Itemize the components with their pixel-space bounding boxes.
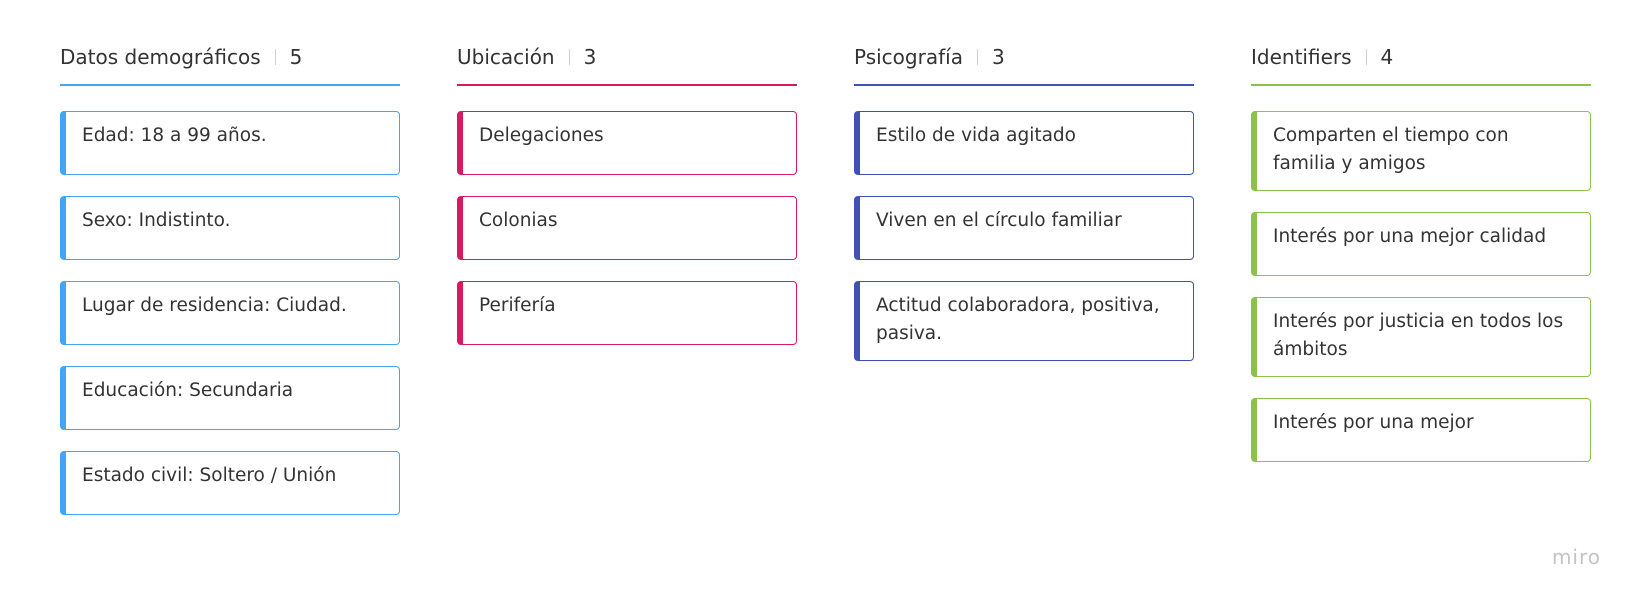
card[interactable]: Estado civil: Soltero / Unión	[60, 451, 400, 515]
column-count: 4	[1380, 45, 1394, 69]
column-header[interactable]: Datos demográficos 5	[60, 40, 400, 86]
card[interactable]: Viven en el círculo familiar	[854, 196, 1194, 260]
header-divider	[976, 49, 978, 65]
column-title: Identifiers	[1251, 45, 1352, 69]
column-count: 3	[991, 45, 1005, 69]
card[interactable]: Interés por justicia en todos los ámbito…	[1251, 297, 1591, 377]
column-datos-demograficos: Datos demográficos 5 Edad: 18 a 99 años.…	[60, 40, 400, 536]
card[interactable]: Actitud colaboradora, positiva, pasiva.	[854, 281, 1194, 361]
miro-watermark: miro	[1551, 545, 1601, 569]
card[interactable]: Colonias	[457, 196, 797, 260]
card[interactable]: Perifería	[457, 281, 797, 345]
kanban-board: Datos demográficos 5 Edad: 18 a 99 años.…	[60, 40, 1591, 536]
column-title: Psicografía	[854, 45, 963, 69]
column-ubicacion: Ubicación 3 Delegaciones Colonias Perife…	[457, 40, 797, 536]
column-identifiers: Identifiers 4 Comparten el tiempo con fa…	[1251, 40, 1591, 536]
column-header[interactable]: Identifiers 4	[1251, 40, 1591, 86]
card[interactable]: Lugar de residencia: Ciudad.	[60, 281, 400, 345]
header-divider	[274, 49, 276, 65]
card[interactable]: Edad: 18 a 99 años.	[60, 111, 400, 175]
column-count: 5	[289, 45, 303, 69]
card[interactable]: Interés por una mejor calidad	[1251, 212, 1591, 276]
header-divider	[1365, 49, 1367, 65]
card[interactable]: Interés por una mejor	[1251, 398, 1591, 462]
card[interactable]: Comparten el tiempo con familia y amigos	[1251, 111, 1591, 191]
card[interactable]: Estilo de vida agitado	[854, 111, 1194, 175]
card[interactable]: Delegaciones	[457, 111, 797, 175]
column-header[interactable]: Psicografía 3	[854, 40, 1194, 86]
column-header[interactable]: Ubicación 3	[457, 40, 797, 86]
card[interactable]: Sexo: Indistinto.	[60, 196, 400, 260]
column-count: 3	[583, 45, 597, 69]
column-title: Ubicación	[457, 45, 555, 69]
card[interactable]: Educación: Secundaria	[60, 366, 400, 430]
column-title: Datos demográficos	[60, 45, 261, 69]
column-psicografia: Psicografía 3 Estilo de vida agitado Viv…	[854, 40, 1194, 536]
header-divider	[568, 49, 570, 65]
